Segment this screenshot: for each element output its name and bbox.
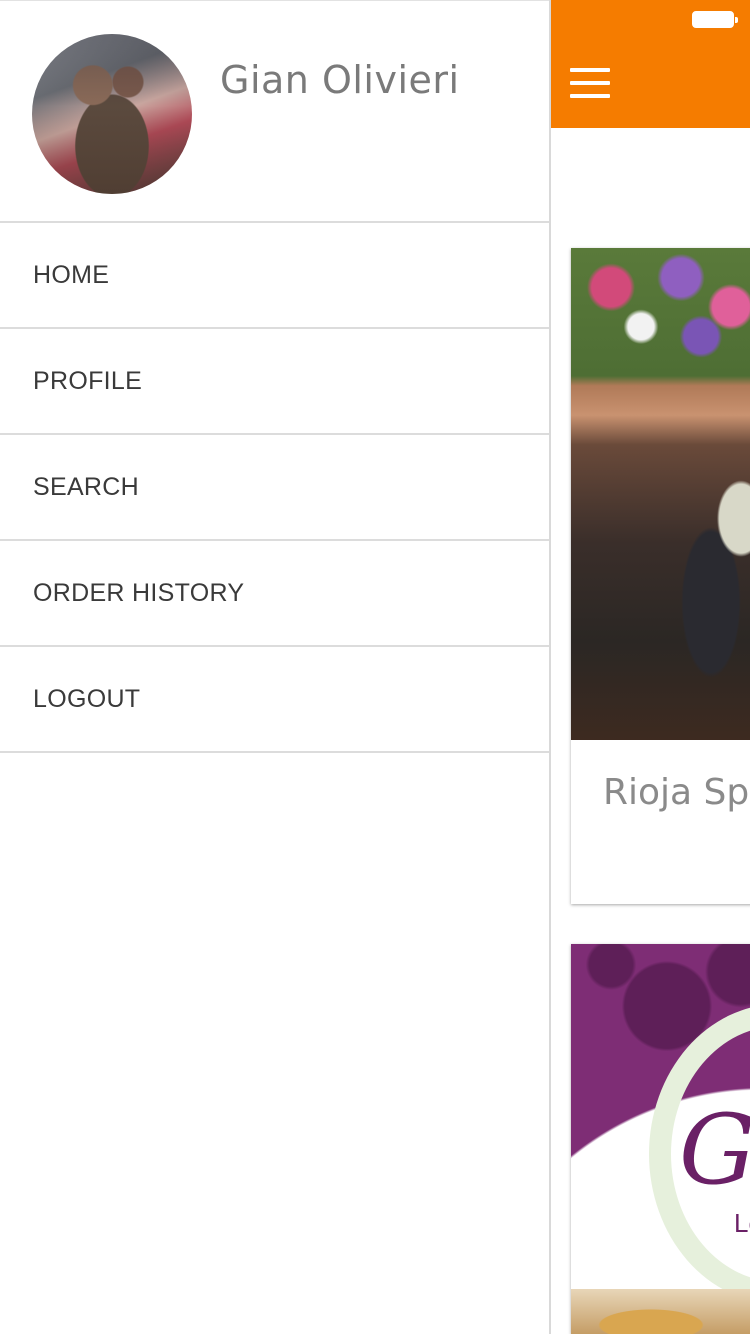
navigation-drawer: Gian Olivieri HOME PROFILE SEARCH ORDER …	[0, 0, 549, 1334]
restaurant-card[interactable]: Rioja Spa	[571, 248, 750, 904]
menu-item-order-history[interactable]: ORDER HISTORY	[0, 541, 549, 647]
battery-icon	[692, 11, 738, 28]
main-screen: Rioja Spa G Lo	[549, 0, 750, 1334]
hamburger-menu-icon[interactable]	[570, 68, 612, 100]
user-avatar[interactable]	[32, 34, 192, 194]
menu-item-profile[interactable]: PROFILE	[0, 329, 549, 435]
drawer-profile-header: Gian Olivieri	[0, 1, 549, 223]
menu-item-search[interactable]: SEARCH	[0, 435, 549, 541]
restaurant-card[interactable]: G Lo	[571, 944, 750, 1334]
restaurant-logo-text: G	[679, 1094, 750, 1206]
menu-item-logout[interactable]: LOGOUT	[0, 647, 549, 753]
restaurant-photo	[571, 248, 750, 740]
user-name: Gian Olivieri	[220, 58, 460, 102]
restaurant-food-photo	[571, 1289, 750, 1334]
menu-item-home[interactable]: HOME	[0, 223, 549, 329]
restaurant-name: Rioja Spa	[603, 772, 750, 813]
app-header	[551, 0, 750, 128]
restaurant-logo-subtext: Lo	[734, 1208, 750, 1238]
